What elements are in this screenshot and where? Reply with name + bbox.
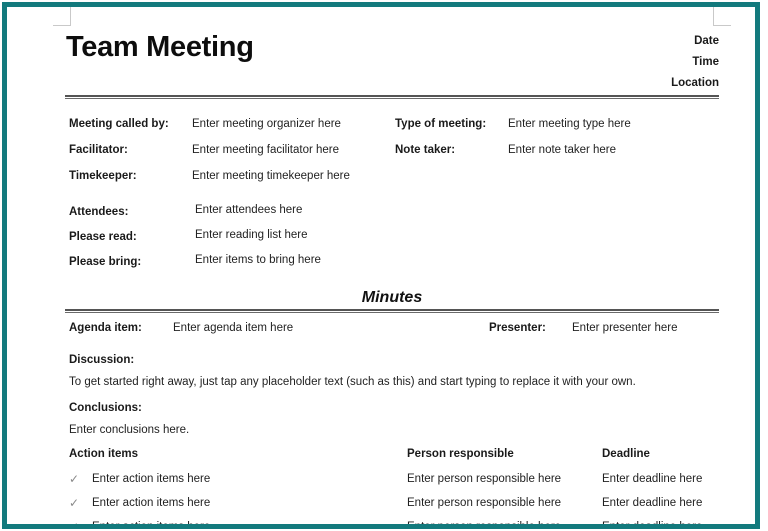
label-timekeeper: Timekeeper: — [69, 170, 137, 182]
label-presenter: Presenter: — [489, 322, 546, 334]
label-discussion: Discussion: — [69, 354, 135, 366]
document-page: Team Meeting Date Time Location Meeting … — [7, 7, 755, 524]
checkmark-icon: ✓ — [69, 496, 80, 510]
cell-action-item[interactable]: Enter action items here — [92, 496, 210, 510]
document-frame: Team Meeting Date Time Location Meeting … — [2, 2, 760, 529]
header-meta-fields: Date Time Location — [539, 31, 719, 94]
value-agenda-item[interactable]: Enter agenda item here — [173, 322, 293, 334]
value-timekeeper[interactable]: Enter meeting timekeeper here — [192, 170, 350, 182]
cell-action-item[interactable]: Enter action items here — [92, 472, 210, 486]
header-field-date[interactable]: Date — [539, 31, 719, 52]
value-discussion[interactable]: To get started right away, just tap any … — [69, 376, 636, 388]
label-note-taker: Note taker: — [395, 144, 456, 156]
table-row: ✓ Enter action items here Enter person r… — [7, 520, 755, 524]
minutes-divider — [65, 309, 719, 313]
page-margin-mark-top-left — [53, 7, 71, 26]
column-header-person-responsible: Person responsible — [407, 448, 514, 460]
label-meeting-called-by: Meeting called by: — [69, 118, 169, 130]
cell-deadline[interactable]: Enter deadline here — [602, 472, 702, 486]
cell-deadline[interactable]: Enter deadline here — [602, 520, 702, 524]
cell-person-responsible[interactable]: Enter person responsible here — [407, 520, 561, 524]
label-conclusions: Conclusions: — [69, 402, 142, 414]
value-facilitator[interactable]: Enter meeting facilitator here — [192, 144, 339, 156]
page-margin-mark-top-right — [713, 7, 731, 26]
cell-person-responsible[interactable]: Enter person responsible here — [407, 496, 561, 510]
value-meeting-called-by[interactable]: Enter meeting organizer here — [192, 118, 341, 130]
header-field-location[interactable]: Location — [539, 73, 719, 94]
label-attendees: Attendees: — [69, 206, 129, 218]
value-note-taker[interactable]: Enter note taker here — [508, 144, 616, 156]
label-please-bring: Please bring: — [69, 256, 142, 268]
cell-person-responsible[interactable]: Enter person responsible here — [407, 472, 561, 486]
value-conclusions[interactable]: Enter conclusions here. — [69, 424, 189, 436]
value-presenter[interactable]: Enter presenter here — [572, 322, 677, 334]
page-title: Team Meeting — [66, 31, 254, 63]
column-header-deadline: Deadline — [602, 448, 650, 460]
column-header-action-items: Action items — [69, 448, 139, 460]
section-heading-minutes: Minutes — [361, 289, 423, 306]
header-field-time[interactable]: Time — [539, 52, 719, 73]
value-attendees[interactable]: Enter attendees here — [195, 204, 302, 216]
checkmark-icon: ✓ — [69, 520, 79, 524]
label-agenda-item: Agenda item: — [69, 322, 142, 334]
value-please-read[interactable]: Enter reading list here — [195, 229, 308, 241]
cell-action-item[interactable]: Enter action items here — [92, 520, 210, 524]
table-row: ✓ Enter action items here Enter person r… — [7, 496, 755, 520]
value-please-bring[interactable]: Enter items to bring here — [195, 254, 321, 266]
value-type-of-meeting[interactable]: Enter meeting type here — [508, 118, 631, 130]
header-divider — [65, 95, 719, 99]
cell-deadline[interactable]: Enter deadline here — [602, 496, 702, 510]
label-please-read: Please read: — [69, 231, 137, 243]
label-facilitator: Facilitator: — [69, 144, 128, 156]
label-type-of-meeting: Type of meeting: — [395, 118, 487, 130]
table-row: ✓ Enter action items here Enter person r… — [7, 472, 755, 496]
checkmark-icon: ✓ — [69, 472, 80, 486]
